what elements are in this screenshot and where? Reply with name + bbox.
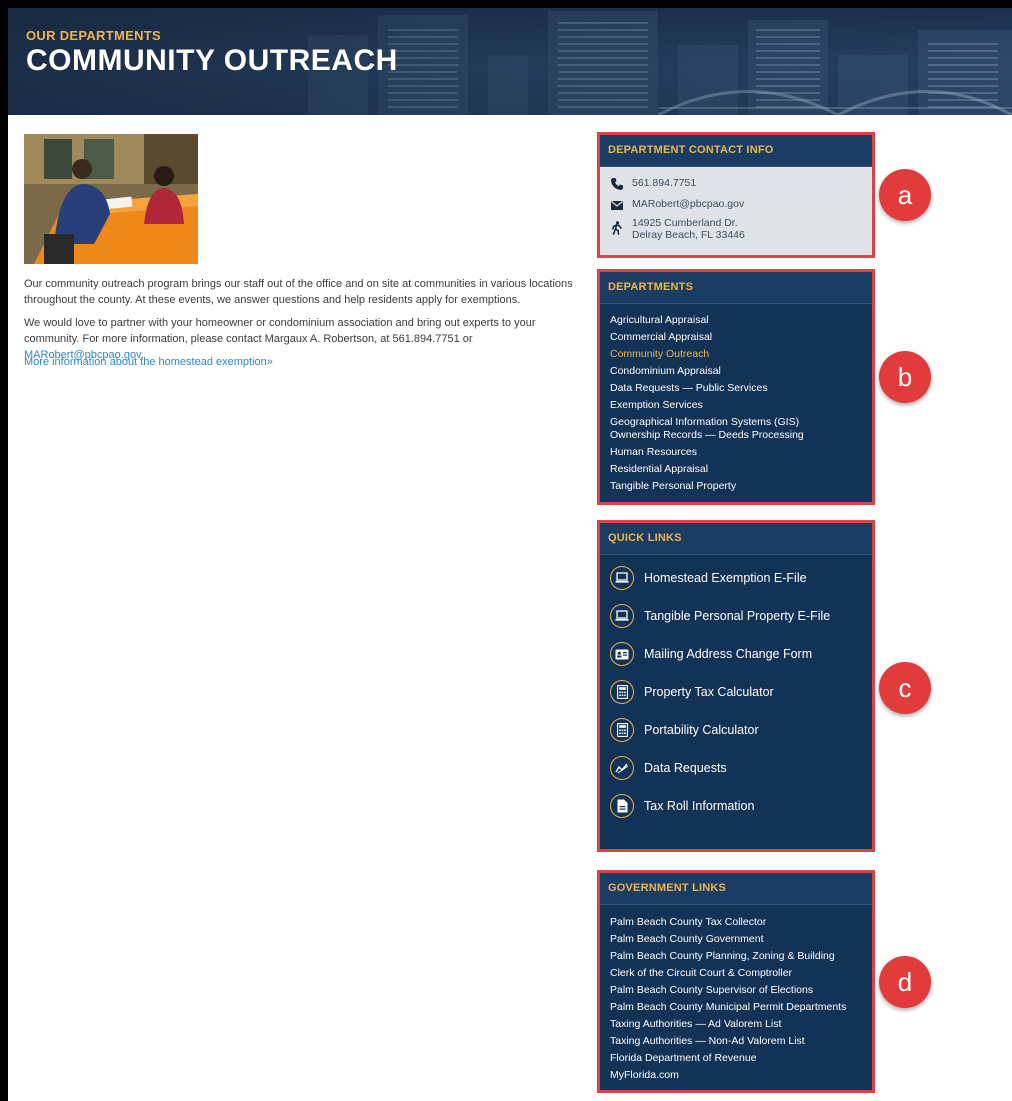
government-links-box: GOVERNMENT LINKS Palm Beach County Tax C… (597, 870, 875, 1093)
chart-icon (610, 756, 634, 780)
department-link[interactable]: Agricultural Appraisal (610, 314, 804, 327)
contact-paragraph-text: We would love to partner with your homeo… (24, 317, 536, 345)
intro-paragraph: Our community outreach program brings ou… (24, 278, 573, 306)
address-line-1: 14925 Cumberland Dr. (632, 217, 738, 229)
department-link[interactable]: Geographical Information Systems (GIS) (610, 416, 804, 429)
quick-link-label: Tangible Personal Property E-File (644, 609, 831, 623)
phone-icon (611, 178, 623, 190)
department-link[interactable]: Human Resources (610, 446, 804, 459)
contact-heading: DEPARTMENT CONTACT INFO (600, 135, 872, 167)
contact-phone[interactable]: 561.894.7751 (632, 177, 696, 189)
calculator-icon (610, 718, 634, 742)
government-link[interactable]: Florida Department of Revenue (610, 1052, 846, 1065)
government-links-list: Palm Beach County Tax Collector Palm Bea… (610, 916, 846, 1086)
government-link[interactable]: Palm Beach County Tax Collector (610, 916, 846, 929)
contact-email-row: MARobert@pbcpao.gov (610, 198, 744, 212)
quick-link-tax-roll[interactable]: Tax Roll Information (610, 794, 754, 818)
department-link-active[interactable]: Community Outreach (610, 348, 804, 361)
quick-link-label: Portability Calculator (644, 723, 759, 737)
contact-address-row: 14925 Cumberland Dr. Delray Beach, FL 33… (610, 217, 745, 241)
government-links-heading: GOVERNMENT LINKS (600, 873, 872, 905)
page: OUR DEPARTMENTS COMMUNITY OUTREACH Our c… (8, 8, 1012, 1101)
department-link[interactable]: Data Requests — Public Services (610, 382, 804, 395)
department-link[interactable]: Residential Appraisal (610, 463, 804, 476)
quick-link-data-requests[interactable]: Data Requests (610, 756, 727, 780)
walking-person-icon (612, 221, 622, 235)
quick-link-tangible-efile[interactable]: Tangible Personal Property E-File (610, 604, 830, 628)
laptop-icon (610, 604, 634, 628)
department-link[interactable]: Ownership Records — Deeds Processing (610, 429, 804, 442)
government-link[interactable]: MyFlorida.com (610, 1069, 846, 1082)
id-card-icon (610, 642, 634, 666)
quick-link-label: Data Requests (644, 761, 727, 775)
government-link[interactable]: Palm Beach County Municipal Permit Depar… (610, 1001, 846, 1014)
quick-link-label: Property Tax Calculator (644, 685, 774, 699)
government-link[interactable]: Taxing Authorities — Ad Valorem List (610, 1018, 846, 1031)
government-link[interactable]: Clerk of the Circuit Court & Comptroller (610, 967, 846, 980)
quick-links-heading: QUICK LINKS (600, 523, 872, 555)
departments-list: Agricultural Appraisal Commercial Apprai… (610, 314, 804, 497)
contact-email[interactable]: MARobert@pbcpao.gov (632, 198, 744, 210)
address-line-2: Delray Beach, FL 33446 (632, 229, 745, 241)
quick-link-label: Homestead Exemption E-File (644, 571, 807, 585)
government-link[interactable]: Palm Beach County Supervisor of Election… (610, 984, 846, 997)
quick-link-label: Mailing Address Change Form (644, 647, 813, 661)
quick-links-box: QUICK LINKS Homestead Exemption E-File T… (597, 520, 875, 852)
government-link[interactable]: Palm Beach County Planning, Zoning & Bui… (610, 950, 846, 963)
departments-heading: DEPARTMENTS (600, 272, 872, 304)
quick-link-property-tax-calculator[interactable]: Property Tax Calculator (610, 680, 774, 704)
department-link[interactable]: Commercial Appraisal (610, 331, 804, 344)
department-link[interactable]: Exemption Services (610, 399, 804, 412)
envelope-icon (611, 201, 623, 210)
contact-address: 14925 Cumberland Dr. Delray Beach, FL 33… (632, 217, 745, 241)
banner-eyebrow: OUR DEPARTMENTS (26, 28, 161, 43)
quick-link-portability-calculator[interactable]: Portability Calculator (610, 718, 759, 742)
contact-phone-row: 561.894.7751 (610, 177, 696, 191)
government-link[interactable]: Taxing Authorities — Non-Ad Valorem List (610, 1035, 846, 1048)
annotation-marker-d: d (879, 956, 931, 1008)
government-link[interactable]: Palm Beach County Government (610, 933, 846, 946)
document-icon (610, 794, 634, 818)
homestead-exemption-link[interactable]: More information about the homestead exe… (24, 354, 584, 370)
page-title: COMMUNITY OUTREACH (26, 44, 398, 77)
departments-box: DEPARTMENTS Agricultural Appraisal Comme… (597, 269, 875, 505)
annotation-marker-b: b (879, 351, 931, 403)
calculator-icon (610, 680, 634, 704)
annotation-marker-c: c (879, 662, 931, 714)
annotation-marker-a: a (879, 169, 931, 221)
department-link[interactable]: Tangible Personal Property (610, 480, 804, 493)
community-outreach-photo (24, 134, 198, 264)
laptop-icon (610, 566, 634, 590)
quick-link-mailing-address[interactable]: Mailing Address Change Form (610, 642, 812, 666)
department-contact-box: DEPARTMENT CONTACT INFO 561.894.7751 MAR… (597, 132, 875, 258)
quick-link-label: Tax Roll Information (644, 799, 755, 813)
department-link[interactable]: Condominium Appraisal (610, 365, 804, 378)
quick-link-homestead-efile[interactable]: Homestead Exemption E-File (610, 566, 807, 590)
page-banner: OUR DEPARTMENTS COMMUNITY OUTREACH (8, 8, 1012, 115)
